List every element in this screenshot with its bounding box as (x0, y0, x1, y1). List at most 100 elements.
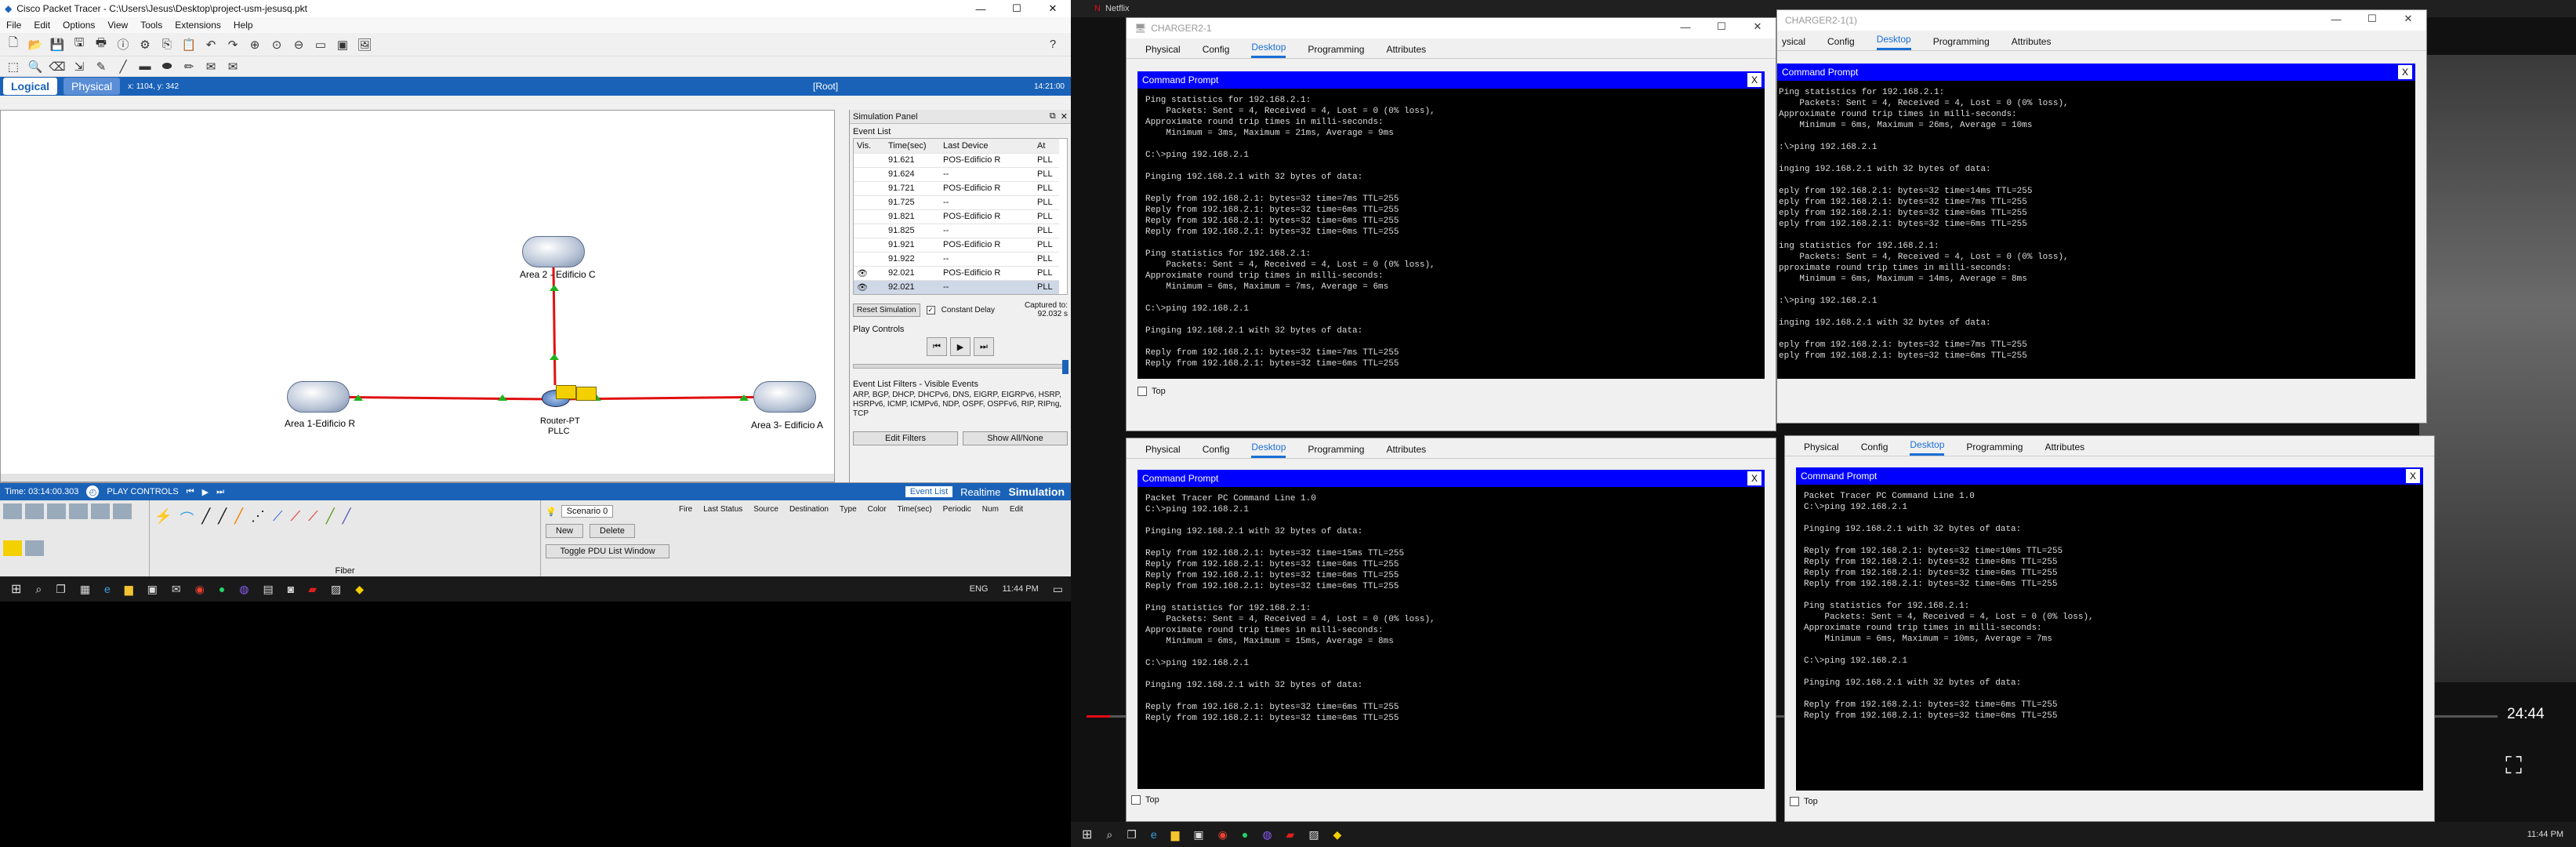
whatsapp-icon[interactable]: ● (219, 583, 225, 595)
store-icon[interactable]: ▣ (1193, 828, 1203, 842)
menu-extensions[interactable]: Extensions (175, 20, 221, 31)
reset-simulation-button[interactable]: Reset Simulation (853, 303, 920, 317)
freeform-tool-icon[interactable]: ✏ (180, 58, 198, 75)
notification-icon[interactable]: ▭ (1053, 583, 1063, 596)
crossover-cable-icon[interactable]: ╱ (218, 508, 227, 529)
tab-attributes[interactable]: Attributes (2012, 36, 2052, 50)
show-all-button[interactable]: Show All/None (963, 431, 1068, 445)
tab-config[interactable]: Config (1203, 44, 1230, 58)
acrobat-icon[interactable]: ▰ (1286, 828, 1295, 842)
scenario-select[interactable]: Scenario 0 (561, 505, 614, 518)
complex-pdu-icon[interactable]: ✉ (224, 58, 241, 75)
play-button[interactable]: ▶ (202, 487, 209, 497)
cmd-close-button[interactable]: X (1747, 471, 1761, 485)
browser-tab[interactable]: Netflix (1105, 4, 1130, 13)
info-icon[interactable]: ⓘ (114, 36, 132, 53)
cmd-output[interactable]: Ping statistics for 192.168.2.1: Packets… (1137, 89, 1765, 379)
tab-config[interactable]: Config (1861, 442, 1888, 456)
delete-tool-icon[interactable]: ⌫ (49, 58, 66, 75)
tab-attributes[interactable]: Attributes (2044, 442, 2084, 456)
edit-filters-button[interactable]: Edit Filters (853, 431, 958, 445)
tab-desktop[interactable]: Desktop (1910, 439, 1945, 456)
speed-slider[interactable] (853, 360, 1068, 374)
constant-delay-checkbox[interactable]: ✓ (926, 305, 935, 314)
messenger-icon[interactable]: ◍ (1262, 828, 1272, 842)
close-button[interactable]: ✕ (2390, 10, 2426, 27)
simulation-tab[interactable]: Simulation (1008, 485, 1065, 498)
wireless-icon[interactable] (69, 503, 88, 519)
reset-time-icon[interactable]: ◴ (86, 485, 100, 498)
close-button[interactable]: ✕ (1740, 18, 1776, 35)
edge-icon[interactable]: e (1151, 828, 1157, 841)
acrobat-icon[interactable]: ▰ (308, 583, 317, 596)
maximize-button[interactable]: ☐ (1703, 18, 1740, 35)
menu-help[interactable]: Help (234, 20, 253, 31)
logical-workspace[interactable]: Area 2 - Edificio C Area 1-Edificio R Ar… (0, 110, 835, 482)
ellipse-tool-icon[interactable]: ⬬ (158, 58, 176, 75)
top-checkbox[interactable] (1137, 387, 1147, 396)
undo-icon[interactable]: ↶ (202, 36, 220, 53)
play-button[interactable]: ▶ (950, 337, 971, 356)
palette-icon[interactable]: ▭ (312, 36, 329, 53)
tab-programming[interactable]: Programming (1966, 442, 2023, 456)
tab-programming[interactable]: Programming (1933, 36, 1990, 50)
rectangle-tool-icon[interactable]: ▬ (136, 58, 154, 75)
table-row[interactable]: 91.922 -- PLL (854, 252, 1059, 267)
pdu-envelope-icon[interactable] (556, 385, 576, 399)
tray-time[interactable]: 11:44 PM (1002, 584, 1038, 594)
zoom-reset-icon[interactable]: ⊙ (268, 36, 285, 53)
edge-icon[interactable]: e (104, 583, 111, 595)
top-checkbox[interactable] (1790, 797, 1799, 806)
minimize-button[interactable]: — (1667, 18, 1703, 35)
event-list-table[interactable]: Vis. Time(sec) Last Device At 91.621 POS-Edi… (853, 138, 1068, 295)
fullscreen-icon[interactable]: ⛶ (2505, 753, 2522, 780)
cmd-close-button[interactable]: X (2398, 65, 2412, 79)
task-view-icon[interactable]: ❐ (1127, 828, 1137, 842)
network-wizard-icon[interactable]: ⚙ (136, 36, 154, 53)
back-button[interactable]: ⏮ (187, 487, 194, 497)
table-row[interactable]: 👁 92.021 -- PLL (854, 280, 1059, 294)
save-icon[interactable]: 💾 (49, 36, 66, 53)
pdu-envelope-icon[interactable] (576, 387, 597, 401)
packet-tracer-icon[interactable]: ◆ (1333, 828, 1342, 842)
zoom-in-icon[interactable]: ⊕ (246, 36, 263, 53)
tab-programming[interactable]: Programming (1308, 444, 1364, 458)
file-explorer-icon[interactable]: ▆ (125, 583, 133, 596)
realtime-tab[interactable]: Realtime (960, 486, 1000, 498)
phone-cable-icon[interactable]: ⋰ (251, 508, 265, 529)
chrome-icon[interactable]: ◉ (195, 583, 205, 596)
windows-start-icon[interactable]: ⊞ (1082, 827, 1092, 842)
menu-edit[interactable]: Edit (34, 20, 50, 31)
forward-button[interactable]: ⏭ (216, 487, 224, 497)
tab-config[interactable]: Config (1203, 444, 1230, 458)
straight-cable-icon[interactable]: ╱ (201, 508, 210, 529)
save-as-icon[interactable]: 🖫 (71, 36, 88, 53)
cloud-area1[interactable] (287, 381, 350, 413)
tab-desktop[interactable]: Desktop (1251, 442, 1286, 458)
table-row[interactable]: 91.921 POS-Edificio R PLL (854, 238, 1059, 253)
maximize-button[interactable]: ☐ (999, 0, 1035, 17)
whatsapp-icon[interactable]: ● (1242, 828, 1248, 841)
wan-icon[interactable] (113, 503, 132, 519)
new-file-icon[interactable]: 🗋 (5, 36, 22, 53)
coax-cable-icon[interactable]: ⟋ (273, 508, 283, 529)
close-button[interactable]: ✕ (1035, 0, 1071, 17)
cmd-close-button[interactable]: X (2406, 469, 2420, 483)
copy-icon[interactable]: ⎘ (158, 36, 176, 53)
undock-icon[interactable]: ⧉ (1050, 111, 1056, 122)
paste-icon[interactable]: 📋 (180, 36, 198, 53)
note-tool-icon[interactable]: ✎ (93, 58, 110, 75)
inspect-tool-icon[interactable]: 🔍 (27, 58, 44, 75)
tab-physical[interactable]: Physical (1145, 444, 1181, 458)
top-checkbox[interactable] (1131, 795, 1141, 805)
menu-tools[interactable]: Tools (140, 20, 162, 31)
resize-tool-icon[interactable]: ⇲ (71, 58, 88, 75)
table-row[interactable]: 91.725 -- PLL (854, 195, 1059, 210)
cmd-output[interactable]: Packet Tracer PC Command Line 1.0 C:\>pi… (1137, 487, 1765, 789)
photos-icon[interactable]: ▨ (1308, 828, 1319, 842)
tab-desktop[interactable]: Desktop (1251, 42, 1286, 58)
custom-device-icon[interactable]: ▣ (334, 36, 351, 53)
menu-options[interactable]: Options (63, 20, 95, 31)
search-icon[interactable]: ⌕ (1106, 828, 1112, 842)
table-row[interactable]: 91.621 POS-Edificio R PLL (854, 153, 1059, 168)
